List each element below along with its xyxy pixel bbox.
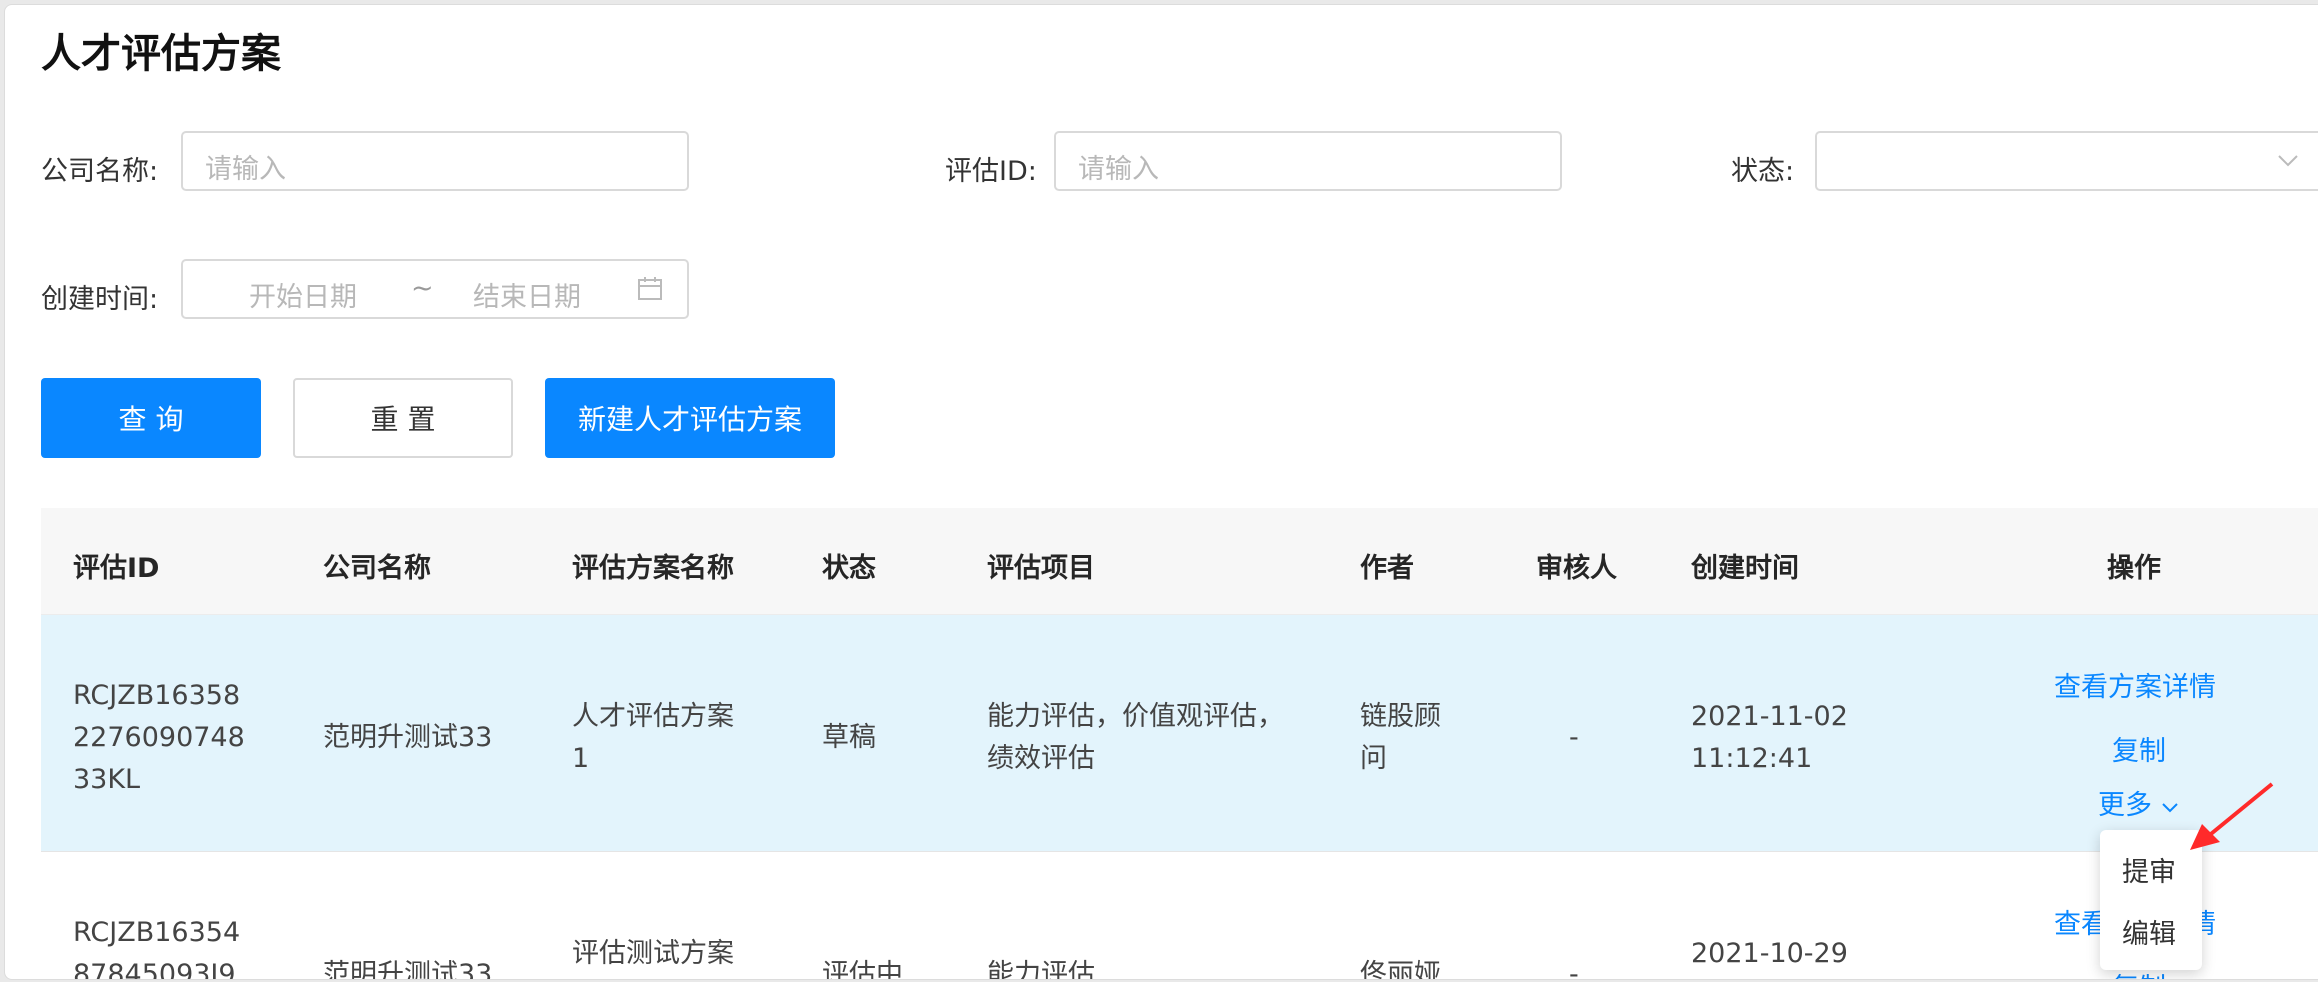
table-header: 评估ID 公司名称 评估方案名称 状态 评估项目 作者 审核人 创建时间 操作	[41, 508, 2318, 615]
edit-menu-item[interactable]: 编辑	[2122, 912, 2176, 951]
chevron-down-icon	[2161, 803, 2178, 813]
company-placeholder: 请输入	[205, 154, 286, 185]
created-cell: 2021-10-29	[1691, 938, 1848, 969]
plan-name-cell: 评估测试方案	[572, 938, 734, 969]
col-status: 状态	[822, 553, 876, 584]
reviewer-cell: -	[1569, 722, 1579, 753]
author-cell: 佟丽娅	[1360, 959, 1441, 980]
company-cell: 范明升测试33	[323, 722, 493, 753]
col-actions: 操作	[2107, 553, 2161, 584]
created-time-label: 创建时间:	[41, 284, 159, 315]
plan-name-cell: 人才评估方案 1	[572, 701, 734, 774]
col-created: 创建时间	[1691, 553, 1799, 584]
end-date-placeholder[interactable]: 结束日期	[473, 275, 581, 314]
company-input[interactable]: 请输入	[181, 131, 689, 191]
reviewer-cell: -	[1569, 959, 1579, 980]
items-cell: 能力评估，价值观评估， 绩效评估	[987, 701, 1284, 774]
company-cell: 范明升测试33	[323, 959, 493, 980]
copy-link[interactable]: 复制	[2112, 729, 2166, 768]
status-select[interactable]	[1815, 131, 2318, 191]
submit-review-menu-item[interactable]: 提审	[2122, 850, 2176, 889]
col-reviewer: 审核人	[1536, 553, 1617, 584]
eval-id-input[interactable]: 请输入	[1054, 131, 1562, 191]
col-items: 评估项目	[987, 553, 1095, 584]
eval-id-cell: RCJZB16358 2276090748 33KL	[73, 680, 245, 795]
more-label: 更多	[2098, 790, 2152, 821]
col-eval-id: 评估ID	[73, 553, 160, 584]
table-row: RCJZB16358 2276090748 33KL 范明升测试33 人才评估方…	[41, 615, 2318, 852]
eval-id-placeholder: 请输入	[1078, 154, 1159, 185]
eval-id-cell: RCJZB16354 87845093J9	[73, 917, 241, 980]
more-dropdown-trigger[interactable]: 更多	[2098, 783, 2179, 822]
col-plan-name: 评估方案名称	[572, 553, 734, 584]
table-row: RCJZB16354 87845093J9 范明升测试33 评估测试方案 评估中…	[41, 852, 2318, 980]
status-cell: 评估中	[822, 959, 903, 980]
col-author: 作者	[1360, 553, 1414, 584]
reset-button[interactable]: 重 置	[293, 378, 513, 458]
query-button[interactable]: 查 询	[41, 378, 261, 458]
main-panel: 人才评估方案 公司名称: 请输入 评估ID: 请输入 状态: 创建时间: 开始日…	[4, 4, 2318, 980]
chevron-down-icon	[2278, 155, 2298, 167]
start-date-placeholder[interactable]: 开始日期	[249, 275, 357, 314]
annotation-arrow-icon	[2190, 782, 2274, 850]
status-cell: 草稿	[822, 722, 876, 753]
col-company: 公司名称	[323, 553, 431, 584]
create-plan-button[interactable]: 新建人才评估方案	[545, 378, 835, 458]
eval-id-label: 评估ID:	[945, 156, 1037, 187]
company-label: 公司名称:	[41, 156, 159, 187]
author-cell: 链股顾 问	[1360, 701, 1441, 774]
page-title: 人才评估方案	[41, 31, 281, 77]
created-cell: 2021-11-02 11:12:41	[1691, 701, 1848, 774]
date-range-picker[interactable]: 开始日期 ~ 结束日期	[181, 259, 689, 319]
items-cell: 能力评估	[987, 959, 1095, 980]
status-label: 状态:	[1731, 156, 1795, 187]
calendar-icon	[638, 277, 662, 300]
date-range-separator: ~	[411, 273, 434, 304]
view-details-link[interactable]: 查看方案详情	[2054, 665, 2216, 704]
